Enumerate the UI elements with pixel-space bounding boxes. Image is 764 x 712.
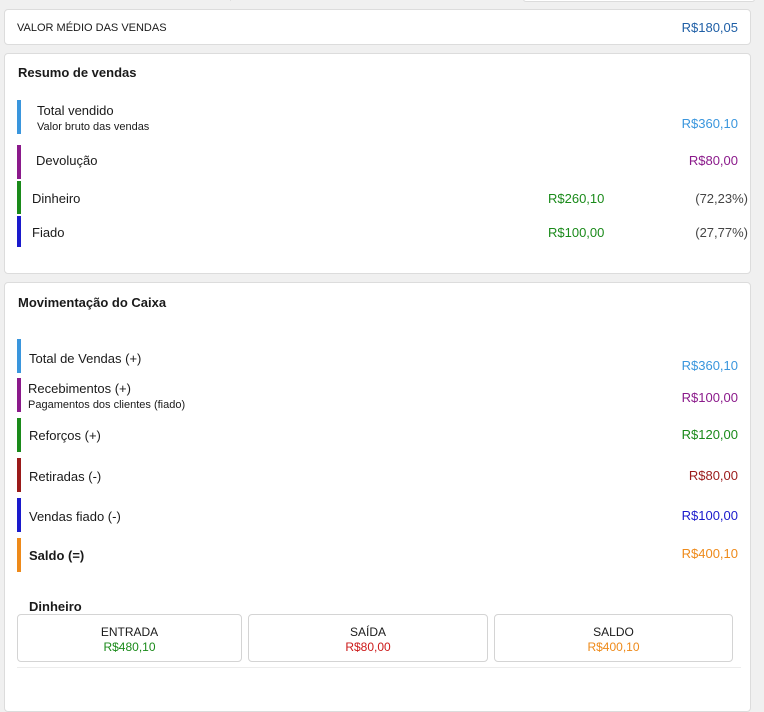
total-sold-label: Total vendido: [37, 103, 114, 118]
devolution-label: Devolução: [36, 153, 98, 168]
credit-sales-indicator: [17, 498, 21, 532]
total-sales-value: R$360,10: [681, 358, 738, 373]
total-sales-label: Total de Vendas (+): [29, 351, 142, 366]
average-sale-card: VALOR MÉDIO DAS VENDAS R$180,05: [4, 9, 751, 45]
sales-summary-title: Resumo de vendas: [18, 65, 137, 80]
average-sale-label: VALOR MÉDIO DAS VENDAS: [17, 22, 167, 34]
total-sold-value: R$360,10: [681, 116, 738, 131]
cash-value: R$260,10: [548, 191, 605, 206]
balance-label: Saldo (=): [29, 548, 85, 563]
cash-flow-title: Movimentação do Caixa: [18, 295, 167, 310]
cash-subsection-title: Dinheiro: [29, 599, 82, 614]
cash-out-box: SAÍDA R$80,00: [248, 614, 488, 662]
total-sold-subtitle: Valor bruto das vendas: [37, 121, 150, 133]
divider: [17, 667, 741, 668]
cash-out-value: R$80,00: [345, 640, 391, 654]
sales-summary-card: Resumo de vendas Total vendido Valor bru…: [4, 53, 751, 274]
total-sales-indicator: [17, 339, 21, 373]
balance-indicator: [17, 538, 21, 572]
credit-label: Fiado: [32, 225, 65, 240]
receipts-label: Recebimentos (+): [28, 381, 131, 396]
reinforcements-label: Reforços (+): [29, 428, 101, 443]
reinforcements-value: R$120,00: [681, 427, 738, 442]
reinforcements-indicator: [17, 418, 21, 452]
cash-in-value: R$480,10: [103, 640, 156, 654]
cash-out-label: SAÍDA: [349, 625, 386, 639]
cash-label: Dinheiro: [32, 191, 81, 206]
credit-sales-value: R$100,00: [681, 508, 738, 523]
average-sale-value: R$180,05: [681, 20, 738, 35]
cash-percentage: (72,23%): [695, 191, 748, 206]
credit-percentage: (27,77%): [695, 225, 748, 240]
withdrawals-label: Retiradas (-): [29, 469, 102, 484]
balance-value: R$400,10: [681, 546, 738, 561]
credit-indicator: [17, 216, 21, 247]
credit-sales-label: Vendas fiado (-): [29, 509, 121, 524]
credit-value: R$100,00: [548, 225, 605, 240]
receipts-value: R$100,00: [681, 390, 738, 405]
devolution-indicator: [17, 145, 21, 179]
devolution-value: R$80,00: [688, 153, 738, 168]
cash-balance-label: SALDO: [593, 625, 634, 639]
withdrawals-value: R$80,00: [688, 468, 738, 483]
cash-balance-box: SALDO R$400,10: [494, 614, 733, 662]
receipts-indicator: [17, 378, 21, 412]
top-card-edge-left: [230, 0, 231, 1]
cash-in-box: ENTRADA R$480,10: [17, 614, 242, 662]
total-sold-indicator: [17, 100, 21, 134]
receipts-subtitle: Pagamentos dos clientes (fiado): [28, 399, 186, 411]
cash-balance-value: R$400,10: [587, 640, 640, 654]
cash-in-label: ENTRADA: [100, 625, 159, 639]
withdrawals-indicator: [17, 458, 21, 492]
top-card-edge-right: [523, 0, 755, 2]
cash-indicator: [17, 181, 21, 214]
